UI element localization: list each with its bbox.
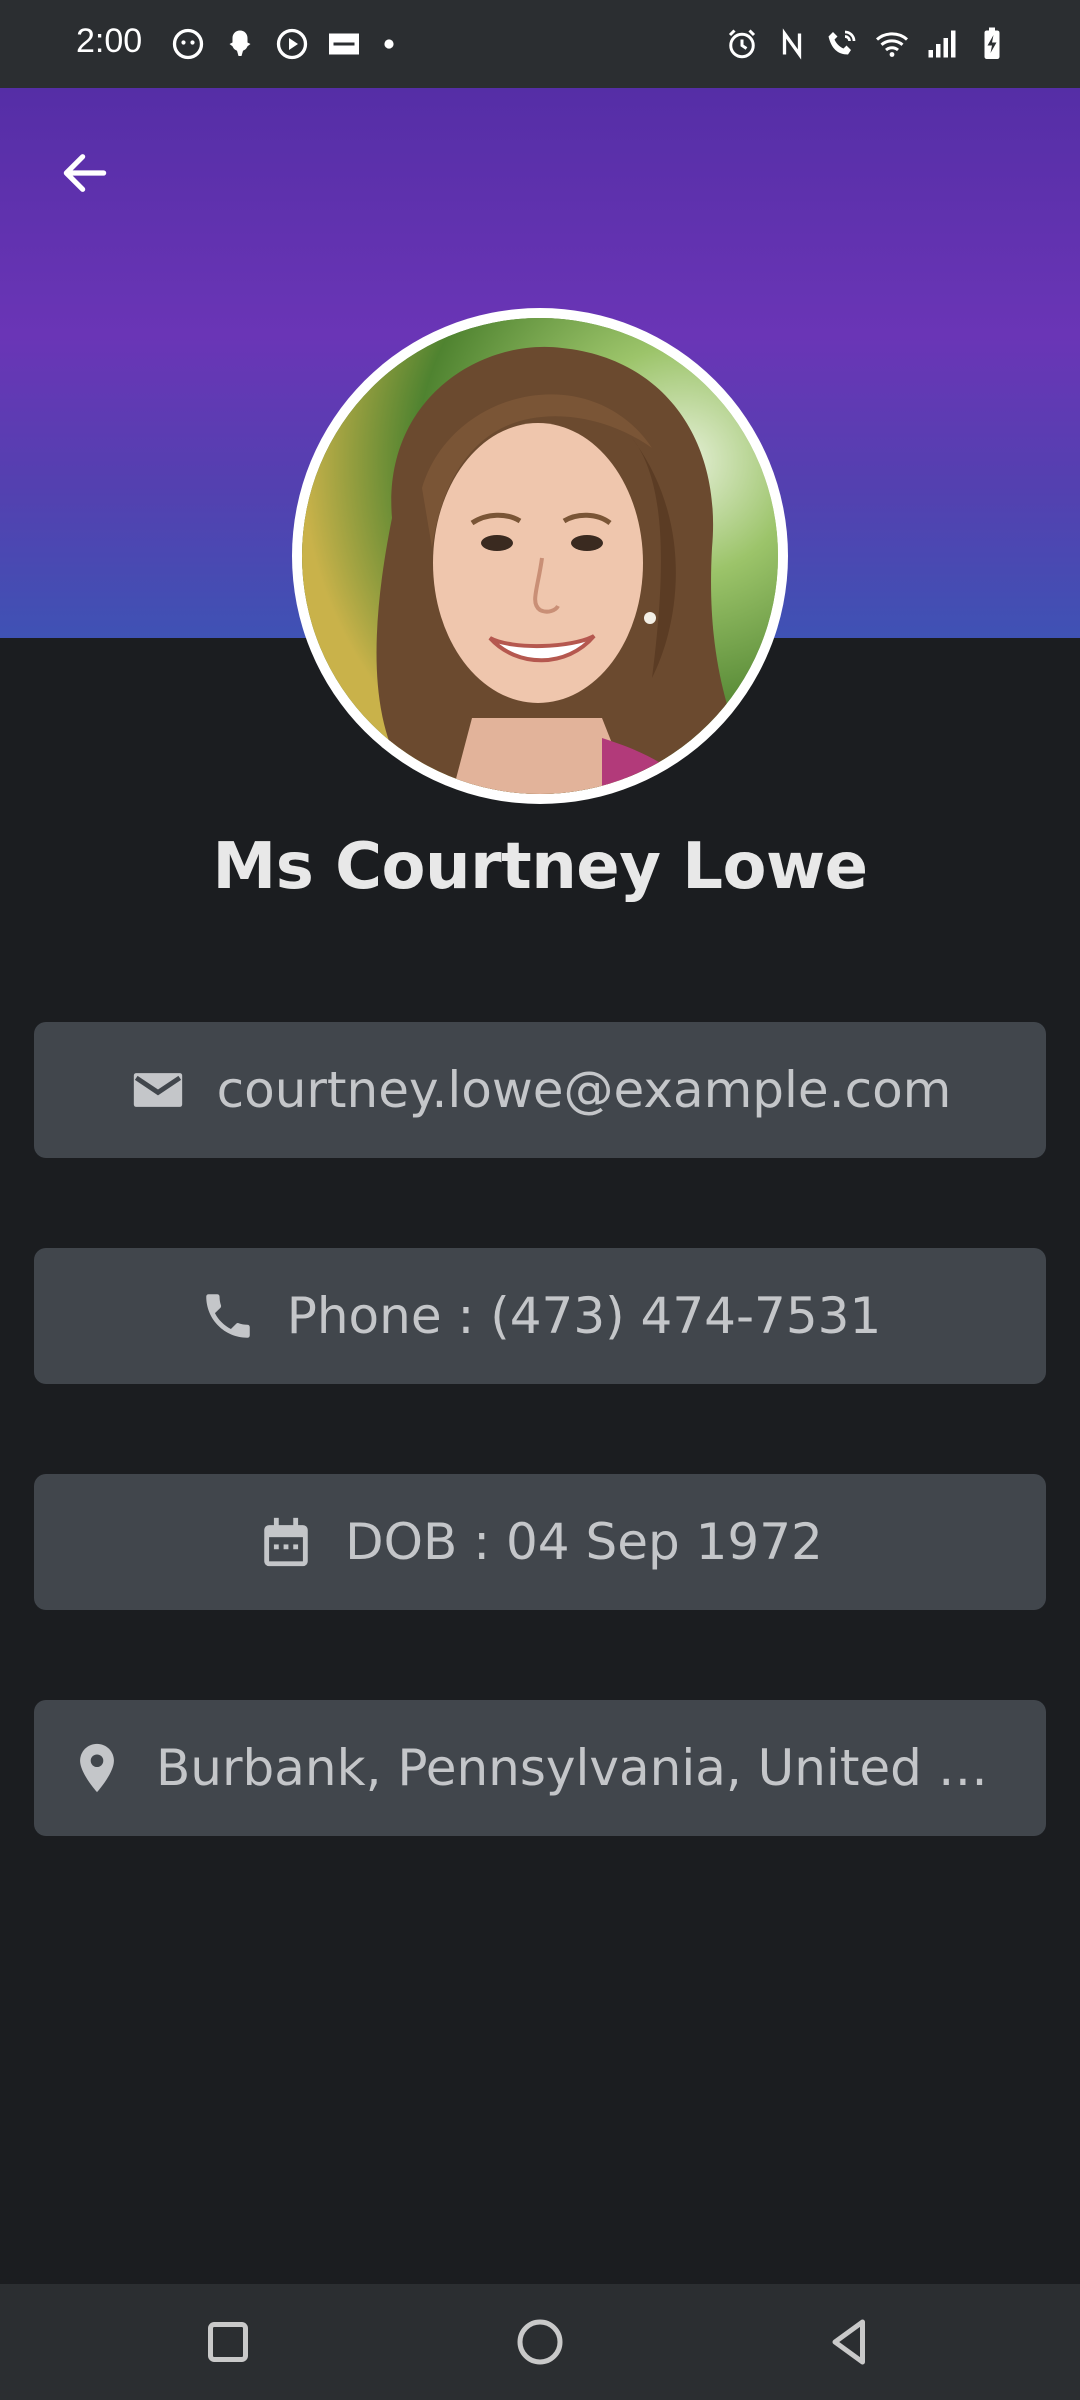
dob-text: DOB : 04 Sep 1972: [345, 1513, 823, 1571]
arrow-back-icon: [63, 154, 107, 192]
email-card[interactable]: courtney.lowe@example.com: [34, 1022, 1046, 1158]
profile-name: Ms Courtney Lowe: [212, 830, 868, 904]
back-triangle-icon[interactable]: [820, 2312, 880, 2372]
wifi-call-icon: [828, 30, 856, 55]
phone-icon: [205, 1294, 250, 1338]
back-button[interactable]: [50, 138, 120, 208]
status-left-icons: [170, 26, 400, 62]
navigation-bar: [0, 2284, 1080, 2400]
avatar-portrait-image: [302, 318, 778, 794]
pocket-icon: [329, 33, 359, 55]
phone-card[interactable]: Phone : (473) 474-7531: [34, 1248, 1046, 1384]
status-right-icons: [724, 26, 1010, 62]
location-text: Burbank, Pennsylvania, United States: [156, 1739, 1012, 1797]
email-text: courtney.lowe@example.com: [216, 1061, 952, 1119]
mail-icon: [133, 1073, 182, 1107]
dot-icon: [384, 39, 394, 49]
recents-square-icon[interactable]: [198, 2312, 258, 2372]
dob-card[interactable]: DOB : 04 Sep 1972: [34, 1474, 1046, 1610]
location-pin-icon: [80, 1743, 114, 1793]
calendar-icon: [264, 1517, 308, 1567]
status-bar: 2:00: [0, 0, 1080, 88]
app-notification-icon: [172, 28, 204, 60]
avatar-photo: [302, 318, 778, 794]
signal-icon: [928, 30, 956, 58]
wifi-icon: [875, 32, 909, 57]
avatar: [292, 308, 788, 804]
status-time: 2:00: [76, 22, 143, 60]
home-circle-icon[interactable]: [510, 2312, 570, 2372]
battery-charging-icon: [984, 27, 1000, 59]
snapchat-icon: [229, 30, 251, 56]
location-card[interactable]: Burbank, Pennsylvania, United States: [34, 1700, 1046, 1836]
nfc-icon: [782, 28, 802, 60]
phone-text: Phone : (473) 474-7531: [286, 1287, 882, 1345]
alarm-icon: [728, 29, 756, 59]
media-play-icon: [276, 28, 308, 60]
